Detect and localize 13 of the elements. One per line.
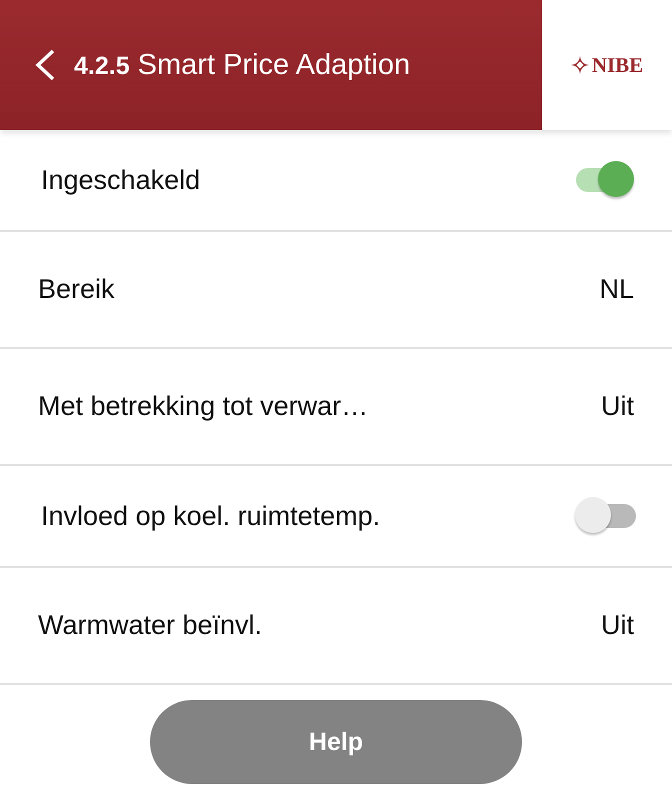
setting-value: Uit — [601, 391, 634, 422]
setting-value: Uit — [601, 610, 634, 641]
setting-label: Warmwater beïnvl. — [38, 610, 262, 641]
setting-label: Ingeschakeld — [41, 164, 200, 196]
page-title: 4.2.5 Smart Price Adaption — [74, 48, 410, 82]
star-icon — [570, 56, 589, 74]
setting-label: Met betrekking tot verwar… — [38, 391, 368, 422]
help-button[interactable]: Help — [150, 700, 522, 784]
setting-value: NL — [599, 274, 634, 305]
setting-label: Bereik — [38, 274, 115, 305]
back-icon[interactable] — [34, 49, 56, 81]
setting-label: Invloed op koel. ruimtetemp. — [41, 500, 380, 532]
brand-logo: NIBE — [592, 52, 644, 78]
